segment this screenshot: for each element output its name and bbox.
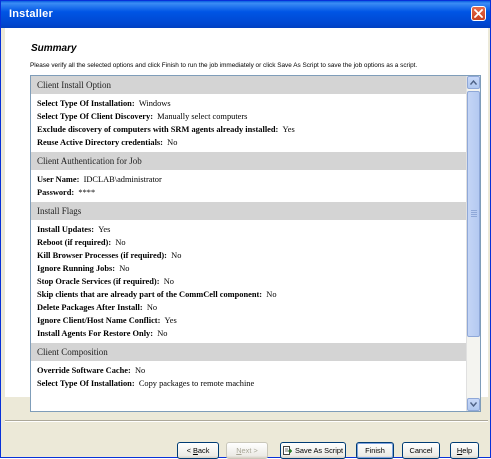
option-value: No [119,264,130,273]
back-button[interactable]: < Back [177,442,219,459]
summary-row: Password: **** [31,186,468,199]
option-value: Yes [282,125,295,134]
summary-row: Install Agents For Restore Only: No [31,327,468,340]
summary-row: Select Type Of Client Discovery: Manuall… [31,110,468,123]
section-header: Client Authentication for Job [31,152,468,170]
option-value: No [157,329,168,338]
summary-row: Skip clients that are already part of th… [31,288,468,301]
option-value: Yes [98,225,111,234]
window-title: Installer [9,8,53,20]
option-label: Kill Browser Processes (if required): [37,251,167,260]
next-button-label: ext > [241,446,258,455]
option-label: Install Agents For Restore Only: [37,329,154,338]
option-value: No [167,138,178,147]
cancel-button[interactable]: Cancel [402,442,440,459]
save-as-script-button[interactable]: Save As Script [280,442,346,459]
option-value: No [115,238,126,247]
chevron-down-icon [470,402,477,407]
summary-row: Stop Oracle Services (if required): No [31,275,468,288]
summary-row: Select Type Of Installation: Copy packag… [31,377,468,390]
option-value: Manually select computers [157,112,248,121]
option-value: No [163,277,174,286]
option-label: Skip clients that are already part of th… [37,290,263,299]
option-label: User Name: [37,175,80,184]
option-label: Ignore Client/Host Name Conflict: [37,316,161,325]
scroll-grip [471,210,477,211]
summary-row: Override Software Cache: No [31,364,468,377]
section-header: Install Flags [31,202,468,220]
section-header: Client Install Option [31,76,468,94]
option-label: Select Type Of Client Discovery: [37,112,153,121]
script-icon [282,445,292,455]
scroll-thumb[interactable] [467,91,480,337]
summary-row: Reuse Active Directory credentials: No [31,136,468,149]
option-label: Reboot (if required): [37,238,112,247]
option-label: Reuse Active Directory credentials: [37,138,163,147]
scroll-down-button[interactable] [467,398,480,411]
footer-divider [5,420,488,422]
option-value: **** [78,188,96,197]
summary-row: User Name: IDCLAB\administrator [31,173,468,186]
option-value: No [146,303,158,312]
help-button-label: elp [462,446,473,455]
option-label: Exclude discovery of computers with SRM … [37,125,279,134]
option-value: Yes [164,316,177,325]
option-label: Password: [37,188,75,197]
finish-label: Finish [365,446,385,455]
option-value: Windows [138,99,171,108]
summary-row: Kill Browser Processes (if required): No [31,249,468,262]
chevron-up-icon [470,80,477,85]
summary-row: Select Type Of Installation: Windows [31,97,468,110]
summary-row: Ignore Client/Host Name Conflict: Yes [31,314,468,327]
help-button[interactable]: Help [450,442,479,459]
option-value: No [266,290,277,299]
summary-row: Ignore Running Jobs: No [31,262,468,275]
summary-row: Install Updates: Yes [31,223,468,236]
option-label: Select Type Of Installation: [37,99,135,108]
close-button[interactable] [471,6,486,21]
option-label: Select Type Of Installation: [37,379,135,388]
save-as-script-label: Save As Script [294,446,344,455]
section-header: Client Composition [31,343,468,361]
option-label: Ignore Running Jobs: [37,264,116,273]
summary-list-content: Client Install Option Select Type Of Inst… [31,76,468,411]
option-label: Stop Oracle Services (if required): [37,277,160,286]
option-value: No [171,251,182,260]
summary-row: Delete Packages After Install: No [31,301,468,314]
title-bar[interactable]: Installer [1,1,490,28]
close-icon [474,9,483,18]
summary-list[interactable]: Client Install Option Select Type Of Inst… [30,75,481,412]
option-value: No [135,366,146,375]
summary-row: Reboot (if required): No [31,236,468,249]
vertical-scrollbar[interactable] [466,76,480,411]
page-title: Summary [31,43,77,54]
back-button-label: ack [197,446,210,455]
instruction-text: Please verify all the selected options a… [30,62,418,69]
option-label: Override Software Cache: [37,366,131,375]
installer-window: Installer Summary Please verify all the … [0,0,491,459]
option-value: Copy packages to remote machine [138,379,255,388]
option-label: Delete Packages After Install: [37,303,143,312]
option-label: Install Updates: [37,225,95,234]
next-button[interactable]: Next > [226,442,268,459]
scroll-up-button[interactable] [467,76,480,89]
option-value: IDCLAB\administrator [83,175,162,184]
finish-button[interactable]: Finish [356,442,394,459]
summary-row: Exclude discovery of computers with SRM … [31,123,468,136]
cancel-label: Cancel [409,446,433,455]
